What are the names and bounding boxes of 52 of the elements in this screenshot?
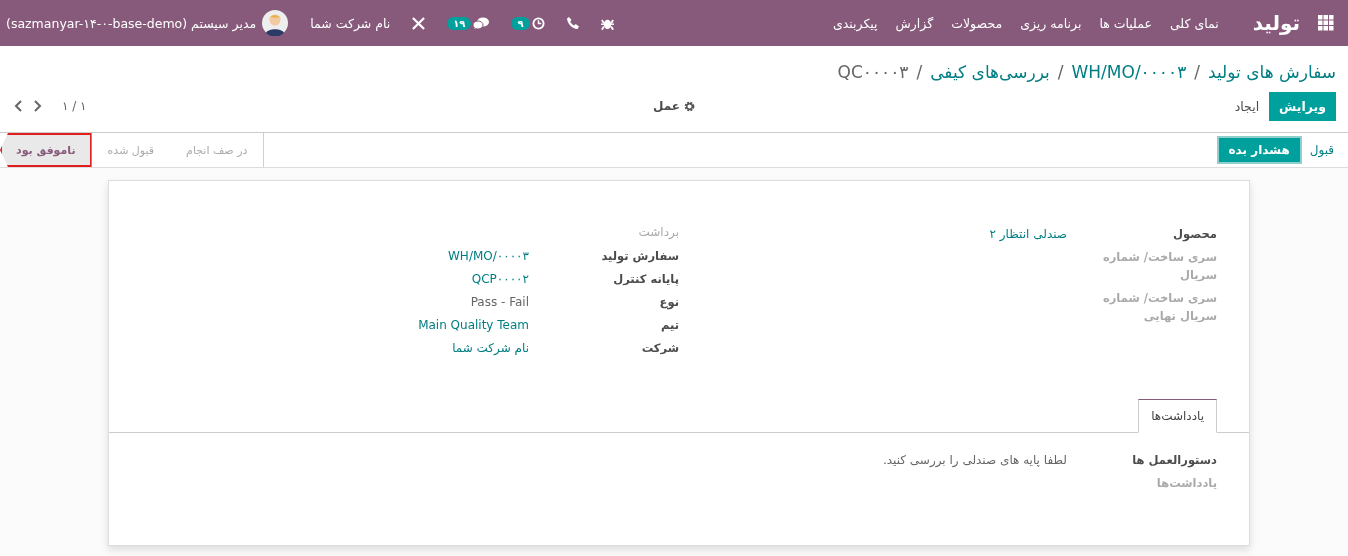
breadcrumb-separator: / (1194, 62, 1200, 82)
menu-item[interactable]: گزارش (895, 15, 934, 31)
next-icon[interactable] (34, 100, 42, 112)
field-link[interactable]: صندلی انتظار ۲ (679, 225, 1067, 243)
breadcrumb-separator: / (1057, 62, 1064, 82)
field-label: تیم (659, 317, 679, 334)
gear-icon (684, 100, 695, 112)
field-link[interactable]: QCP۰۰۰۰۲ (141, 270, 529, 288)
breadcrumb-separator: / (916, 62, 923, 82)
field-label: دستورالعمل ها (1131, 452, 1217, 469)
menu-item[interactable]: عملیات ها (1099, 15, 1152, 31)
field-label: محصول (1172, 226, 1217, 243)
edit-button[interactable]: ویرایش (1269, 91, 1336, 121)
accept-button[interactable]: قبول (1303, 138, 1340, 162)
breadcrumb-item[interactable]: سفارش های تولید (1208, 62, 1336, 82)
field-label: سری ساخت/ شماره سریال نهایی (1101, 290, 1217, 325)
field-label: پایانه کنترل (612, 271, 679, 288)
field-label: سری ساخت/ شماره سریال (1101, 249, 1217, 284)
field-link[interactable]: Main Quality Team (141, 316, 529, 334)
activity-count-badge: ۹ (511, 16, 530, 30)
action-menu[interactable]: عمل (647, 98, 701, 114)
user-name[interactable]: مدیر سیستم (sazmanyar-۱۴-۰-base-demo) (6, 15, 257, 31)
phone-icon[interactable] (566, 17, 579, 29)
field-label: سفارش تولید (600, 248, 679, 265)
menu-item[interactable]: نمای کلی (1169, 15, 1219, 31)
group-title: برداشت (637, 225, 679, 239)
field-label: نوع (658, 294, 679, 311)
field-label: شرکت (640, 340, 679, 357)
menu-item[interactable]: محصولات (951, 15, 1003, 31)
field-link[interactable]: نام شرکت شما (141, 339, 529, 357)
avatar-icon[interactable] (262, 10, 289, 36)
notebook-tab[interactable]: یادداشت‌ها (1138, 399, 1217, 433)
app-title: تولید (1252, 11, 1300, 35)
status-stage[interactable]: ناموفق بود (0, 133, 92, 167)
field-value: لطفا پایه های صندلی را بررسی کنید. (881, 452, 1067, 469)
field-link[interactable]: WH/MO/۰۰۰۰۳ (141, 247, 529, 265)
create-button[interactable]: ایجاد (1224, 91, 1270, 121)
breadcrumb-item[interactable]: WH/MO/۰۰۰۰۳ (1071, 62, 1187, 82)
menu-item[interactable]: پیکربندی (832, 15, 878, 31)
previous-icon[interactable] (14, 100, 22, 112)
field-label: یادداشت‌ها (1155, 475, 1217, 492)
message-count-badge: ۱۹ (447, 16, 472, 30)
warn-button[interactable]: هشدار بده (1218, 138, 1300, 162)
field-value: Pass - Fail (469, 294, 529, 311)
apps-menu-icon[interactable] (1318, 15, 1334, 31)
chat-icon[interactable] (473, 16, 490, 30)
clock-icon[interactable] (531, 16, 545, 30)
menu-item[interactable]: برنامه ریزی (1020, 15, 1082, 31)
pager-counter: ۱ / ۱ (62, 99, 87, 113)
breadcrumb-item[interactable]: بررسی‌های کیفی (930, 62, 1050, 82)
breadcrumb-item: QC۰۰۰۰۳ (837, 62, 909, 82)
company-switcher[interactable]: نام شرکت شما (310, 15, 391, 31)
